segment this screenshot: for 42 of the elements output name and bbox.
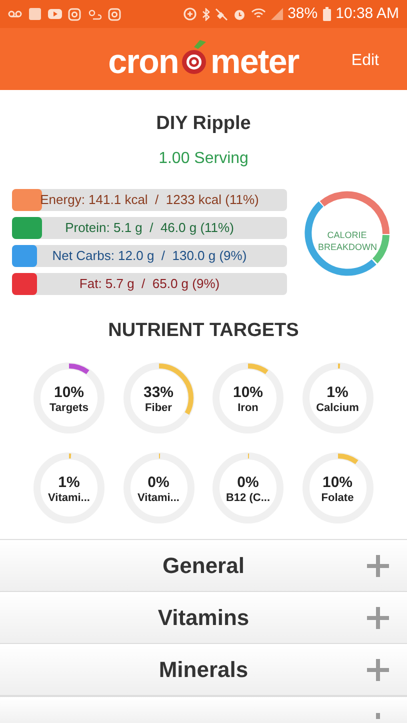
percent-value: 10% [322, 474, 353, 491]
serving-amount[interactable]: 1.00 Serving [158, 146, 248, 170]
nutrient-name: Folate [321, 491, 354, 505]
battery-icon [322, 7, 331, 21]
battery-percent: 38% [288, 4, 318, 24]
nutrient-name: Iron [238, 401, 258, 415]
voicemail-icon [8, 10, 22, 18]
mute-icon [214, 8, 228, 20]
section-title: General [162, 552, 244, 580]
percent-value: 0% [237, 474, 259, 491]
food-title: DIY Ripple [156, 112, 251, 136]
plus-circle-icon [182, 7, 197, 21]
alarm-icon [232, 8, 246, 20]
nutrient-name: Vitami... [48, 491, 90, 505]
section-title: Vitamins [158, 604, 250, 632]
section-heading: NUTRIENT TARGETS [107, 318, 300, 342]
macro-label: Fat: 5.7 g / 65.0 g (9%) [78, 274, 221, 293]
nutrient-name: B12 (C... [226, 491, 270, 505]
percent-value: 33% [143, 384, 174, 401]
percent-value: 10% [54, 384, 84, 401]
macro-label: Protein: 5.1 g / 46.0 g (11%) [64, 218, 235, 237]
logo-text: cron [108, 45, 178, 79]
percent-value: 0% [148, 474, 170, 491]
percent-value: 10% [232, 384, 264, 401]
camera-icon [108, 8, 121, 20]
nutrient-name: Calcium [316, 401, 359, 415]
nutrient-name: Vitami... [138, 491, 180, 505]
clock-time: 10:38 AM [336, 4, 399, 24]
play-icon [48, 9, 62, 19]
section-header[interactable] [0, 696, 407, 723]
signal-icon [270, 8, 283, 20]
nutrient-name: Targets [50, 401, 88, 415]
macro-label: Net Carbs: 12.0 g / 130.0 g (9%) [51, 246, 248, 265]
logo-text: meter [210, 45, 299, 79]
calorie-breakdown-label: CALORIE BREAKDOWN [318, 228, 376, 252]
percent-value: 1% [58, 474, 80, 491]
nutrient-name: Fiber [145, 401, 172, 415]
wifi-icon [250, 8, 266, 20]
percent-value: 1% [326, 384, 348, 401]
camera-icon [68, 8, 81, 20]
bluetooth-icon [202, 8, 210, 20]
section-title: Minerals [158, 656, 248, 684]
